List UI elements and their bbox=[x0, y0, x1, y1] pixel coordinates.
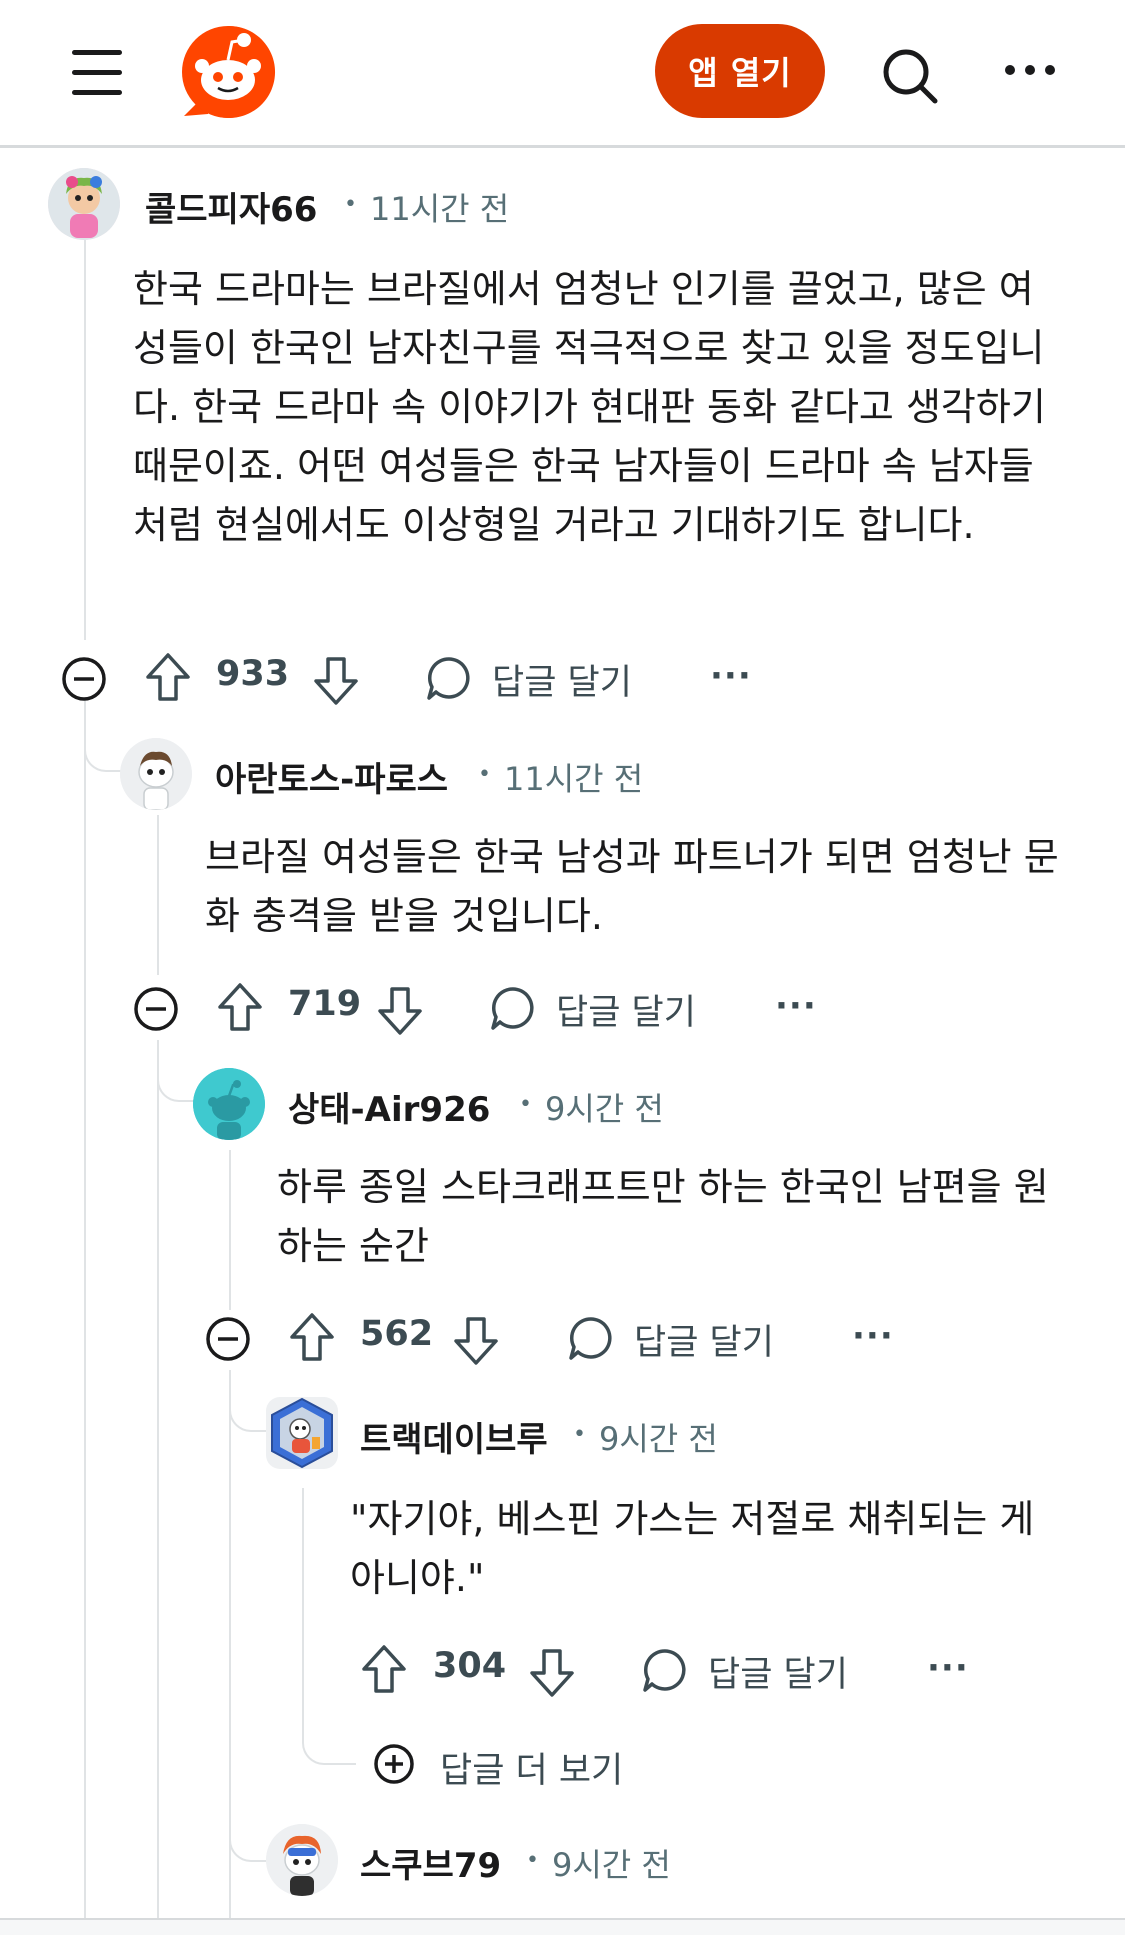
collapse-icon[interactable] bbox=[60, 655, 108, 703]
top-app-bar: 앱 열기 bbox=[0, 0, 1125, 148]
comment-more-button[interactable]: ··· bbox=[775, 986, 817, 1026]
expand-replies-icon[interactable] bbox=[372, 1742, 416, 1786]
comment-body: 하루 종일 스타크래프트만 하는 한국인 남편을 원하는 순간 bbox=[277, 1165, 1049, 1268]
upvote-icon[interactable] bbox=[216, 981, 264, 1033]
avatar[interactable] bbox=[48, 168, 120, 240]
more-icon[interactable] bbox=[1000, 60, 1060, 80]
thread-line bbox=[84, 700, 86, 1920]
avatar-icon bbox=[120, 738, 192, 810]
username[interactable]: 스쿠브79 bbox=[360, 1838, 501, 1887]
comment-bubble-icon[interactable] bbox=[640, 1645, 690, 1695]
thread-connector bbox=[229, 1720, 271, 1862]
comment-bubble-icon[interactable] bbox=[566, 1313, 616, 1363]
avatar-icon bbox=[266, 1824, 338, 1896]
vote-count: 719 bbox=[288, 984, 362, 1024]
username[interactable]: 상태-Air926 bbox=[288, 1082, 490, 1131]
collapse-icon[interactable] bbox=[204, 1315, 252, 1363]
reddit-logo[interactable] bbox=[178, 22, 278, 122]
username[interactable]: 아란토스-파로스 bbox=[215, 752, 448, 801]
upvote-icon[interactable] bbox=[144, 651, 192, 703]
downvote-icon[interactable] bbox=[452, 1315, 500, 1367]
comment-body: 브라질 여성들은 한국 남성과 파트너가 되면 엄청난 문화 충격을 받을 것입… bbox=[205, 835, 1059, 938]
timestamp: 11시간 전 bbox=[370, 190, 510, 228]
avatar[interactable] bbox=[266, 1397, 338, 1469]
vote-count: 304 bbox=[433, 1646, 507, 1686]
comment-bubble-icon[interactable] bbox=[424, 653, 474, 703]
comment-more-button[interactable]: ··· bbox=[927, 1648, 969, 1688]
downvote-icon[interactable] bbox=[376, 985, 424, 1037]
thread-connector bbox=[157, 1040, 199, 1102]
username[interactable]: 콜드피자66 bbox=[145, 182, 317, 231]
separator-dot: • bbox=[519, 1092, 532, 1117]
thread-connector bbox=[229, 1370, 271, 1432]
comment-bubble-icon[interactable] bbox=[488, 983, 538, 1033]
vote-count: 562 bbox=[360, 1314, 434, 1354]
thread-line bbox=[229, 1150, 231, 1310]
upvote-icon[interactable] bbox=[360, 1643, 408, 1695]
thread-connector bbox=[302, 1488, 356, 1765]
avatar-icon bbox=[271, 1397, 333, 1469]
thread-line bbox=[157, 1040, 159, 1920]
comment-more-button[interactable]: ··· bbox=[852, 1316, 894, 1356]
timestamp: 9시간 전 bbox=[552, 1846, 671, 1884]
timestamp: 11시간 전 bbox=[504, 760, 644, 798]
separator-dot: • bbox=[478, 762, 491, 787]
reply-button[interactable]: 답글 달기 bbox=[556, 984, 696, 1035]
reply-button[interactable]: 답글 달기 bbox=[634, 1314, 774, 1365]
avatar[interactable] bbox=[193, 1068, 265, 1140]
comment-body: 한국 드라마는 브라질에서 엄청난 인기를 끌었고, 많은 여성들이 한국인 남… bbox=[133, 267, 1046, 547]
collapse-icon[interactable] bbox=[132, 985, 180, 1033]
thread-line bbox=[157, 815, 159, 975]
timestamp: 9시간 전 bbox=[545, 1090, 664, 1128]
avatar[interactable] bbox=[120, 738, 192, 810]
vote-count: 933 bbox=[216, 654, 290, 694]
open-app-button[interactable]: 앱 열기 bbox=[655, 24, 825, 118]
username[interactable]: 트랙데이브루 bbox=[360, 1412, 548, 1461]
comment-body: "자기야, 베스핀 가스는 저절로 채취되는 게 아니야." bbox=[350, 1497, 1035, 1600]
separator-dot: • bbox=[526, 1848, 539, 1873]
avatar-icon bbox=[48, 168, 120, 240]
downvote-icon[interactable] bbox=[312, 655, 360, 707]
separator-dot: • bbox=[573, 1422, 586, 1447]
reply-button[interactable]: 답글 달기 bbox=[492, 654, 632, 705]
upvote-icon[interactable] bbox=[288, 1311, 336, 1363]
thread-line bbox=[84, 240, 86, 640]
more-replies-link[interactable]: 답글 더 보기 bbox=[440, 1742, 623, 1793]
comment-more-button[interactable]: ··· bbox=[710, 656, 752, 696]
timestamp: 9시간 전 bbox=[599, 1420, 718, 1458]
search-icon[interactable] bbox=[880, 46, 940, 106]
downvote-icon[interactable] bbox=[528, 1647, 576, 1699]
avatar-icon bbox=[193, 1068, 265, 1140]
thread-connector bbox=[84, 700, 126, 772]
menu-icon[interactable] bbox=[60, 40, 134, 104]
bottom-bar bbox=[0, 1918, 1125, 1935]
separator-dot: • bbox=[344, 192, 357, 217]
reply-button[interactable]: 답글 달기 bbox=[708, 1646, 848, 1697]
avatar[interactable] bbox=[266, 1824, 338, 1896]
